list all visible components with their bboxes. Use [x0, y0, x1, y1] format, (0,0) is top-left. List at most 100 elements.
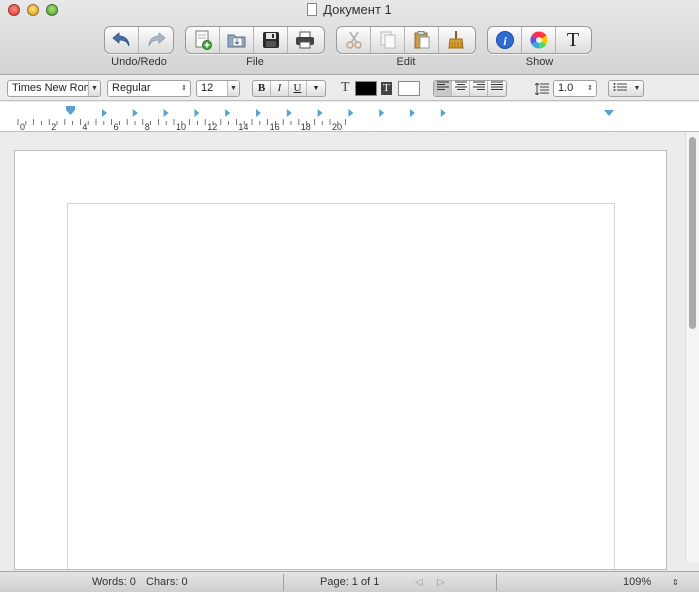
print-button[interactable] [288, 27, 322, 53]
align-center-button[interactable] [452, 81, 470, 96]
edit-label: Edit [396, 56, 416, 68]
left-indent-marker[interactable] [66, 106, 75, 115]
font-icon: T [566, 28, 580, 51]
copy-icon [380, 31, 395, 49]
print-icon [296, 31, 314, 49]
show-label: Show [525, 56, 554, 68]
font-family-select[interactable]: Times New Roman ▼ [7, 80, 101, 97]
tab-stop-marker[interactable] [225, 109, 231, 117]
format-bar: Times New Roman ▼ Regular ⇕ 12 ▼ B I U ▼… [0, 76, 699, 101]
info-icon: i [495, 31, 514, 49]
bold-button[interactable]: B [253, 81, 271, 96]
font-style-value: Regular [112, 82, 151, 94]
font-style-select[interactable]: Regular ⇕ [107, 80, 191, 97]
text-style-buttons: B I U ▼ [252, 80, 326, 97]
open-document-button[interactable] [220, 27, 254, 53]
tab-stop-marker[interactable] [132, 109, 138, 117]
info-button[interactable]: i [488, 27, 522, 53]
ruler-number: 12 [207, 122, 217, 132]
tab-stop-marker[interactable] [379, 109, 385, 117]
ruler-number: 0 [20, 122, 25, 132]
new-document-icon [195, 30, 212, 50]
chevron-down-icon: ▼ [633, 85, 641, 92]
undo-redo-group [104, 26, 174, 54]
scrollbar-thumb[interactable] [689, 137, 696, 329]
document-icon [307, 3, 318, 16]
tab-stop-marker[interactable] [317, 109, 323, 117]
stepper-icon: ⇕ [181, 85, 187, 92]
title-bar: Документ 1 Undo/Redo File Edit i T Show [0, 0, 699, 75]
tab-stop-marker[interactable] [163, 109, 169, 117]
undo-button[interactable] [105, 27, 139, 53]
char-count: Chars: 0 [146, 576, 188, 588]
line-spacing-value: 1.0 [558, 82, 574, 94]
align-center-icon [454, 81, 467, 90]
redo-icon [148, 32, 166, 47]
status-bar: Words: 0 Chars: 0 Page: 1 of 1 ◁ ▷ 109% … [0, 571, 699, 592]
ruler-number: 20 [332, 122, 342, 132]
chevron-down-icon: ▼ [227, 81, 239, 96]
highlight-color-icon: T [381, 82, 392, 95]
align-right-button[interactable] [470, 81, 488, 96]
ruler-number: 8 [145, 122, 150, 132]
line-spacing-select[interactable]: 1.0 ⇕ [553, 80, 597, 97]
redo-button[interactable] [139, 27, 173, 53]
clean-button[interactable] [439, 27, 473, 53]
tab-stop-marker[interactable] [440, 109, 446, 117]
ruler-number: 2 [51, 122, 56, 132]
vertical-scrollbar[interactable] [685, 133, 699, 562]
status-divider [283, 574, 284, 591]
save-icon [262, 32, 279, 48]
highlight-color-swatch[interactable] [398, 81, 420, 96]
tab-stop-marker[interactable] [194, 109, 200, 117]
window-title-area: Документ 1 [0, 2, 699, 17]
align-right-icon [472, 81, 485, 90]
underline-button[interactable]: U [289, 81, 307, 96]
ruler-number: 4 [82, 122, 87, 132]
document-page[interactable] [14, 150, 667, 583]
paste-button[interactable] [405, 27, 439, 53]
colors-button[interactable] [522, 27, 556, 53]
zoom-stepper-icon[interactable]: ⇕ [672, 578, 679, 587]
text-color-icon: T [341, 80, 350, 95]
status-divider [496, 574, 497, 591]
save-button[interactable] [254, 27, 288, 53]
tab-stop-marker[interactable] [102, 109, 107, 117]
text-style-menu-button[interactable]: ▼ [307, 81, 325, 96]
previous-page-button[interactable]: ◁ [415, 577, 423, 588]
cut-icon [345, 31, 362, 49]
text-area[interactable] [67, 203, 615, 583]
chevron-down-icon: ▼ [88, 81, 100, 96]
edit-group [336, 26, 476, 54]
page-indicator: Page: 1 of 1 [320, 576, 380, 588]
alignment-buttons [433, 80, 507, 97]
list-style-select[interactable]: ▼ [608, 80, 644, 97]
zoom-level[interactable]: 109% [623, 576, 651, 588]
document-area[interactable] [0, 133, 685, 583]
new-document-button[interactable] [186, 27, 220, 53]
justify-icon [491, 81, 503, 90]
copy-button[interactable] [371, 27, 405, 53]
italic-button[interactable]: I [271, 81, 289, 96]
ruler-scale: 0 2 4 6 8 10 12 14 16 18 20 [17, 106, 614, 132]
tab-stop-marker[interactable] [348, 109, 354, 117]
file-label: File [246, 56, 264, 68]
right-indent-marker[interactable] [604, 110, 614, 116]
text-color-swatch[interactable] [355, 81, 377, 96]
font-size-select[interactable]: 12 ▼ [196, 80, 240, 97]
ruler[interactable]: 0 2 4 6 8 10 12 14 16 18 20 [0, 102, 699, 132]
font-size-value: 12 [201, 82, 214, 94]
show-group: i T [487, 26, 592, 54]
tab-stop-marker[interactable] [256, 109, 261, 117]
undo-redo-label: Undo/Redo [111, 56, 167, 68]
align-left-icon [436, 81, 449, 90]
bullet-list-icon [613, 83, 627, 91]
tab-stop-marker[interactable] [410, 109, 415, 117]
justify-button[interactable] [488, 81, 506, 96]
fonts-button[interactable]: T [556, 27, 590, 53]
cut-button[interactable] [337, 27, 371, 53]
align-left-button[interactable] [434, 81, 452, 96]
window-title: Документ 1 [323, 2, 392, 17]
tab-stop-marker[interactable] [286, 109, 292, 117]
next-page-button[interactable]: ▷ [437, 577, 445, 588]
